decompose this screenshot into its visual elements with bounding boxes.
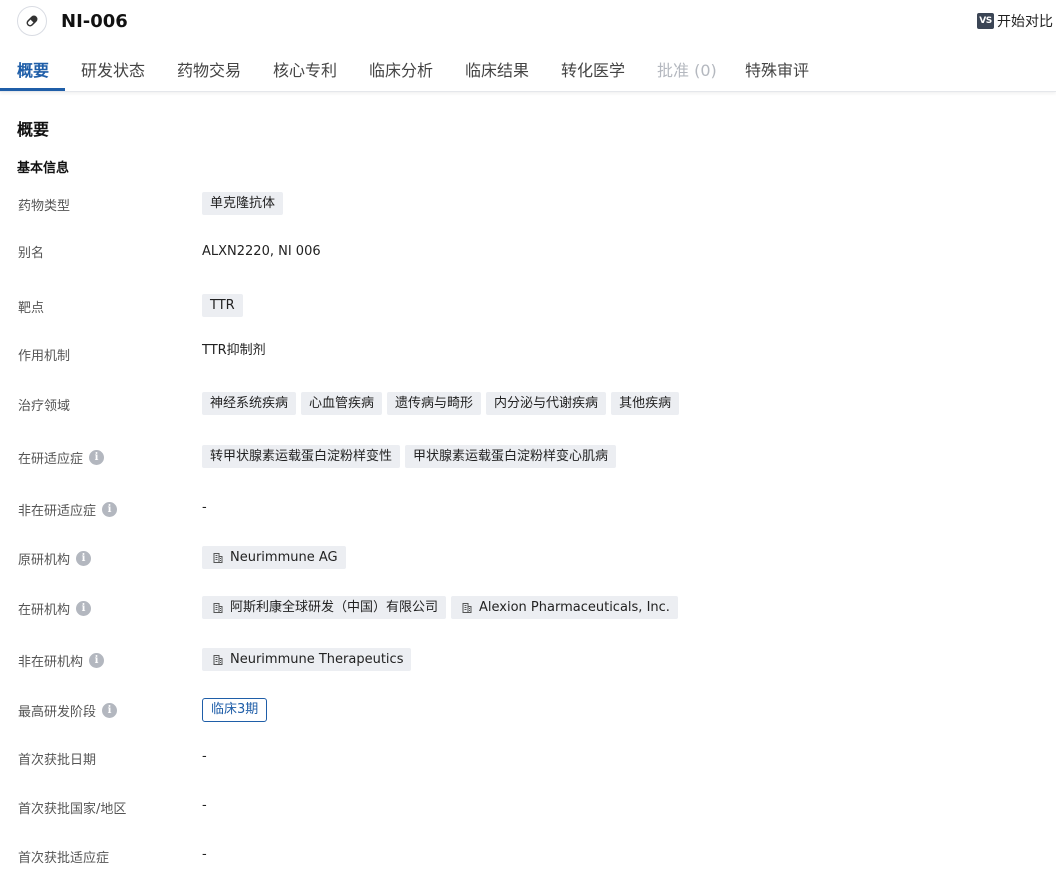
organization-tag[interactable]: 阿斯利康全球研发（中国）有限公司 (202, 596, 447, 619)
field-label-text: 在研适应症 (18, 452, 84, 467)
info-icon[interactable]: i (89, 450, 105, 465)
building-icon (213, 654, 223, 665)
info-icon[interactable]: i (76, 551, 92, 566)
building-icon (213, 602, 223, 613)
drug-title: NI-006 (61, 11, 128, 32)
mechanism-value: TTR抑制剂 (202, 343, 266, 358)
tab-drug-deals[interactable]: 药物交易 (177, 60, 241, 82)
indication-tag[interactable]: 甲状腺素运载蛋白淀粉样变心肌病 (405, 445, 617, 468)
first-approval-country-value: - (202, 798, 207, 813)
vs-icon: VS (977, 13, 994, 29)
start-compare-button[interactable]: VS 开始对比 (977, 11, 1053, 31)
inactive-indication-value: - (202, 500, 207, 515)
therapy-area-tag: 其他疾病 (611, 392, 680, 415)
target-tag[interactable]: TTR (202, 294, 243, 317)
organization-name: 阿斯利康全球研发（中国）有限公司 (230, 600, 439, 615)
active-tab-indicator (0, 88, 65, 91)
info-icon[interactable]: i (89, 653, 105, 668)
field-label: 别名 (18, 246, 45, 261)
therapy-area-tag: 神经系统疾病 (202, 392, 297, 415)
field-label-text: 在研机构 (18, 603, 71, 618)
field-label: 非在研机构 i (18, 651, 105, 670)
organization-name: Alexion Pharmaceuticals, Inc. (479, 600, 670, 615)
field-label: 原研机构 i (18, 549, 92, 568)
field-label-text: 原研机构 (18, 553, 71, 568)
field-label: 药物类型 (18, 199, 71, 214)
organization-tag[interactable]: Alexion Pharmaceuticals, Inc. (451, 596, 678, 619)
field-label: 首次获批日期 (18, 753, 97, 768)
organization-tag[interactable]: Neurimmune AG (202, 546, 346, 569)
tab-bar: 概要 研发状态 药物交易 核心专利 临床分析 临床结果 转化医学 批准 (0) … (0, 50, 1056, 92)
phase-badge: 临床3期 (202, 698, 268, 722)
organization-name: Neurimmune AG (230, 550, 338, 565)
organization-tag[interactable]: Neurimmune Therapeutics (202, 648, 412, 671)
field-label: 最高研发阶段 i (18, 701, 118, 720)
page-header: NI-006 VS 开始对比 (0, 0, 1056, 46)
tab-clinical-results[interactable]: 临床结果 (465, 60, 529, 82)
info-icon[interactable]: i (76, 601, 92, 616)
field-label: 靶点 (18, 301, 45, 316)
info-icon[interactable]: i (102, 703, 118, 718)
therapy-area-tag: 内分泌与代谢疾病 (486, 392, 607, 415)
tab-approvals: 批准 (0) (657, 61, 717, 80)
tab-rd-status[interactable]: 研发状态 (81, 60, 145, 82)
building-icon (213, 552, 223, 563)
tab-core-patents[interactable]: 核心专利 (273, 60, 337, 82)
field-label: 在研机构 i (18, 599, 92, 618)
therapy-area-tag: 遗传病与畸形 (387, 392, 482, 415)
tab-special-review[interactable]: 特殊审评 (745, 60, 809, 82)
first-approval-date-value: - (202, 749, 207, 764)
first-approval-indication-value: - (202, 847, 207, 862)
therapy-area-tag: 心血管疾病 (301, 392, 383, 415)
field-label-text: 最高研发阶段 (18, 705, 97, 720)
info-icon[interactable]: i (102, 502, 118, 517)
tab-translational-medicine[interactable]: 转化医学 (561, 60, 625, 82)
field-label-text: 非在研机构 (18, 655, 84, 670)
indication-tag[interactable]: 转甲状腺素运载蛋白淀粉样变性 (202, 445, 401, 468)
field-label-text: 非在研适应症 (18, 504, 97, 519)
organization-name: Neurimmune Therapeutics (230, 652, 404, 667)
field-label: 首次获批适应症 (18, 851, 110, 866)
field-label: 非在研适应症 i (18, 500, 118, 519)
field-label: 治疗领域 (18, 399, 71, 414)
field-label: 在研适应症 i (18, 448, 105, 467)
field-label: 首次获批国家/地区 (18, 802, 127, 817)
pill-icon (17, 6, 47, 36)
alias-value: ALXN2220, NI 006 (202, 244, 321, 259)
tab-overview[interactable]: 概要 (17, 60, 49, 82)
section-title: 概要 (17, 120, 50, 139)
drug-type-tag: 单克隆抗体 (202, 192, 284, 215)
start-compare-label: 开始对比 (997, 14, 1053, 30)
basic-info-title: 基本信息 (17, 161, 70, 176)
building-icon (462, 602, 472, 613)
tab-clinical-analysis[interactable]: 临床分析 (369, 60, 433, 82)
field-label: 作用机制 (18, 349, 71, 364)
